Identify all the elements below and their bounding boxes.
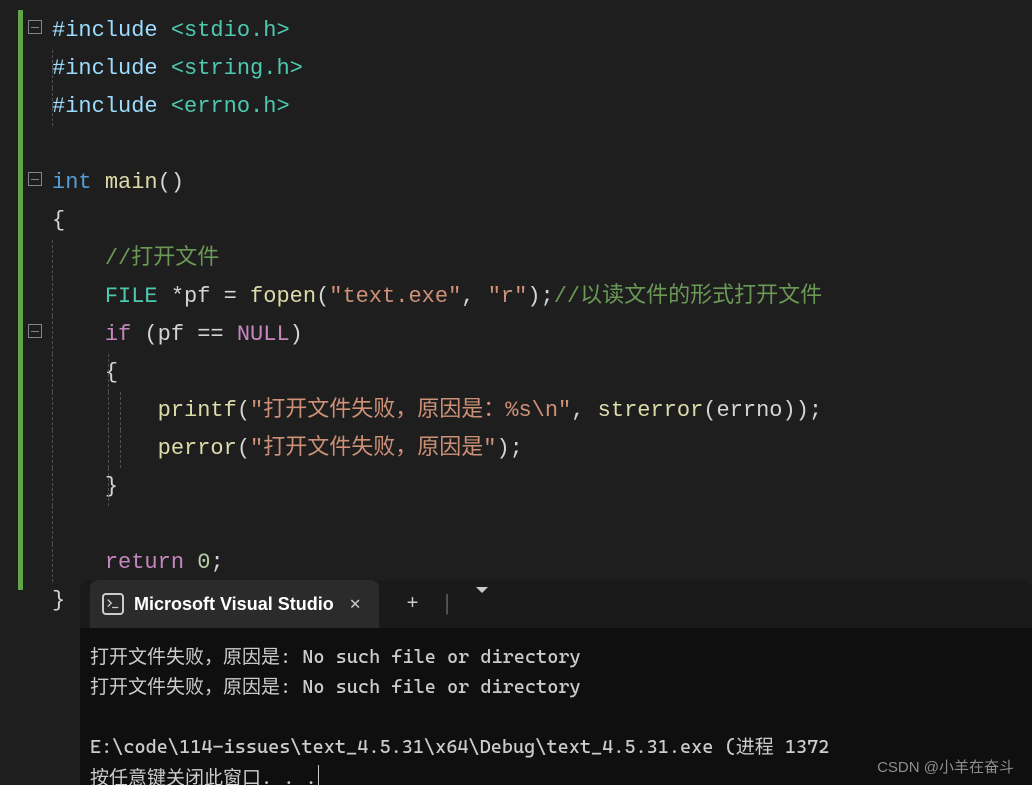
code-line[interactable]: if (pf == NULL) [52, 316, 1032, 354]
fold-toggle[interactable] [28, 20, 42, 34]
code-editor[interactable]: #include <stdio.h> #include <string.h> #… [0, 0, 1032, 610]
code-line[interactable]: } [52, 468, 1032, 506]
close-icon[interactable]: ✕ [344, 591, 367, 617]
output-line: 打开文件失败，原因是: No such file or directory [90, 646, 581, 668]
tab-title: Microsoft Visual Studio [134, 594, 334, 615]
code-content[interactable]: #include <stdio.h> #include <string.h> #… [50, 0, 1032, 610]
output-line: E:\code\114-issues\text_4.5.31\x64\Debug… [90, 736, 829, 758]
fold-toggle[interactable] [28, 172, 42, 186]
code-line[interactable]: perror("打开文件失败，原因是"); [52, 430, 1032, 468]
fold-toggle[interactable] [28, 324, 42, 338]
terminal-icon [102, 593, 124, 615]
chevron-down-icon [476, 587, 488, 616]
output-line: 打开文件失败，原因是: No such file or directory [90, 676, 581, 698]
terminal-cursor [318, 765, 319, 785]
code-line[interactable]: #include <stdio.h> [52, 12, 1032, 50]
output-line: 按任意键关闭此窗口. . . [90, 767, 317, 785]
code-line[interactable]: FILE *pf = fopen("text.exe", "r");//以读文件… [52, 278, 1032, 316]
code-line[interactable] [52, 506, 1032, 544]
change-indicator [18, 10, 23, 590]
dropdown-button[interactable] [476, 593, 488, 616]
tab-actions: + | [379, 592, 488, 617]
code-line[interactable] [52, 126, 1032, 164]
terminal-tab[interactable]: Microsoft Visual Studio ✕ [90, 580, 379, 628]
terminal-panel: Microsoft Visual Studio ✕ + | 打开文件失败，原因是… [80, 580, 1032, 785]
code-line[interactable]: { [52, 202, 1032, 240]
terminal-tab-bar: Microsoft Visual Studio ✕ + | [80, 580, 1032, 628]
code-line[interactable]: //打开文件 [52, 240, 1032, 278]
watermark: CSDN @小羊在奋斗 [877, 756, 1014, 777]
code-line[interactable]: { [52, 354, 1032, 392]
code-line[interactable]: return 0; [52, 544, 1032, 582]
new-tab-button[interactable]: + [407, 593, 419, 616]
editor-gutter [0, 0, 50, 610]
code-line[interactable]: int main() [52, 164, 1032, 202]
code-line[interactable]: printf("打开文件失败，原因是：%s\n", strerror(errno… [52, 392, 1032, 430]
code-line[interactable]: #include <errno.h> [52, 88, 1032, 126]
code-line[interactable]: #include <string.h> [52, 50, 1032, 88]
